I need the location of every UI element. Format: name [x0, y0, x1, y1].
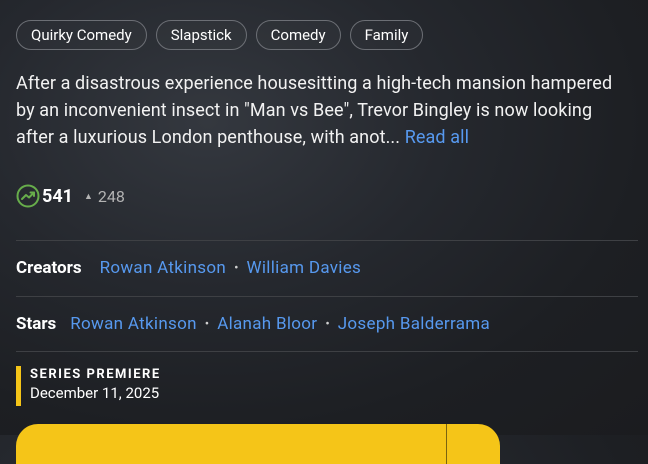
watchlist-dropdown-divider [446, 424, 447, 464]
divider [16, 240, 638, 241]
series-premiere: SERIES PREMIERE December 11, 2025 [16, 366, 161, 406]
divider [16, 296, 638, 297]
creator-link[interactable]: Rowan Atkinson [100, 258, 227, 278]
star-link[interactable]: Alanah Bloor [217, 314, 317, 334]
creators-label[interactable]: Creators [16, 258, 82, 278]
genre-chips: Quirky Comedy Slapstick Comedy Family [16, 20, 424, 50]
star-link[interactable]: Joseph Balderrama [338, 314, 490, 334]
popularity-change: ▲ 248 [84, 187, 125, 206]
popularity-meter[interactable]: 541 ▲ 248 [16, 183, 125, 209]
popularity-rank: 541 [42, 185, 73, 207]
creator-link[interactable]: William Davies [246, 258, 361, 278]
star-link[interactable]: Rowan Atkinson [70, 314, 197, 334]
separator-dot: • [234, 260, 239, 276]
genre-chip[interactable]: Slapstick [155, 20, 247, 50]
premiere-date: December 11, 2025 [30, 384, 160, 402]
creators-row: Creators Rowan Atkinson • William Davies [16, 256, 361, 280]
genre-chip[interactable]: Family [349, 20, 424, 50]
stars-label[interactable]: Stars [16, 314, 56, 334]
plot-summary[interactable]: After a disastrous experience housesitti… [16, 70, 628, 151]
genre-chip[interactable]: Quirky Comedy [16, 20, 147, 50]
trending-up-icon [16, 184, 40, 208]
premiere-label: SERIES PREMIERE [30, 367, 161, 382]
plot-text: After a disastrous experience housesitti… [16, 73, 613, 148]
separator-dot: • [325, 316, 330, 332]
genre-chip[interactable]: Comedy [255, 20, 341, 50]
add-to-watchlist-button[interactable] [16, 424, 500, 464]
divider [16, 351, 638, 352]
separator-dot: • [204, 316, 210, 332]
stars-row: Stars Rowan Atkinson • Alanah Bloor • Jo… [16, 312, 490, 336]
popularity-change-value: 248 [97, 186, 125, 206]
read-all-link[interactable]: Read all [405, 127, 469, 148]
caret-up-icon: ▲ [83, 191, 93, 202]
